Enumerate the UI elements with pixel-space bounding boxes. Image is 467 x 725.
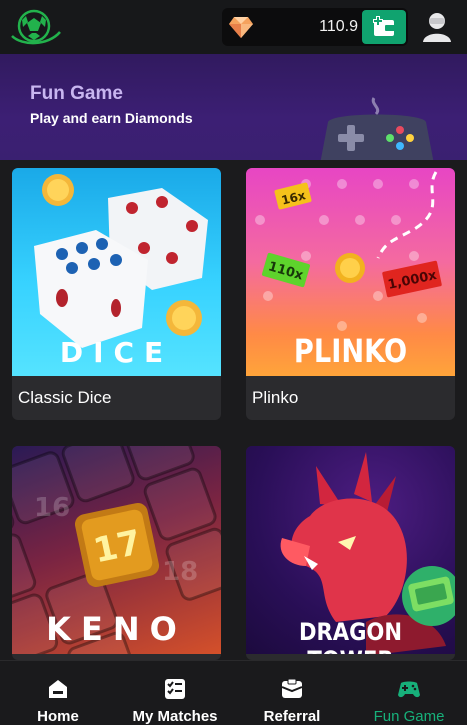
plinko-game-artwork: 16x 110x 1,000x PLINKO: [246, 168, 455, 376]
gamepad-icon: [398, 681, 420, 698]
game-card-dragon-tower[interactable]: DRAGON TOWER: [246, 446, 455, 660]
nav-label-fun-game: Fun Game: [373, 708, 445, 725]
dice-art-title: DICE: [59, 336, 174, 369]
nav-label-referral: Referral: [263, 708, 321, 725]
game-card-keno[interactable]: 16 18 17 KENO: [12, 446, 221, 660]
keno-number-16: 16: [34, 493, 70, 523]
nav-item-my-matches[interactable]: My Matches: [120, 661, 230, 725]
add-diamonds-button[interactable]: [362, 10, 406, 44]
diamond-icon: [229, 17, 253, 38]
game-name: Plinko: [252, 388, 299, 407]
fun-game-banner: Fun Game Play and earn Diamonds: [0, 54, 467, 170]
gift-box-icon: [281, 679, 303, 698]
top-bar: 110.9: [0, 0, 467, 54]
dragon-tower-game-artwork: DRAGON TOWER: [246, 446, 455, 654]
wallet-add-icon: [373, 16, 395, 36]
nav-item-home[interactable]: Home: [18, 661, 98, 725]
nav-label-home: Home: [37, 708, 79, 725]
nav-label-my-matches: My Matches: [132, 708, 218, 725]
dragon-tower-art-title: DRAGON TOWER: [298, 618, 403, 654]
keno-game-artwork: 16 18 17 KENO: [12, 446, 221, 654]
checklist-icon: [165, 679, 185, 699]
diamond-balance: 110.9: [319, 18, 358, 35]
dice-game-artwork: DICE: [12, 168, 221, 376]
gamepad-illustration-icon: [320, 97, 434, 170]
home-icon: [49, 680, 67, 698]
nav-item-fun-game[interactable]: Fun Game: [364, 661, 454, 725]
banner-title: Fun Game: [30, 83, 123, 104]
nav-item-referral[interactable]: Referral: [252, 661, 332, 725]
soccer-logo-icon[interactable]: [8, 6, 64, 46]
game-name: Classic Dice: [18, 388, 112, 407]
plinko-art-title: PLINKO: [293, 332, 408, 370]
keno-number-18: 18: [162, 557, 198, 587]
user-avatar-icon[interactable]: [420, 9, 454, 45]
banner-subtitle: Play and earn Diamonds: [30, 110, 193, 126]
keno-art-title: KENO: [46, 610, 187, 648]
wallet-balance: 110.9: [222, 8, 408, 46]
game-card-classic-dice[interactable]: DICE Classic Dice: [12, 168, 221, 420]
bottom-navigation: Home My Matches Referral Fun Game: [0, 660, 467, 725]
game-card-plinko[interactable]: 16x 110x 1,000x PLINKO Plinko: [246, 168, 455, 420]
